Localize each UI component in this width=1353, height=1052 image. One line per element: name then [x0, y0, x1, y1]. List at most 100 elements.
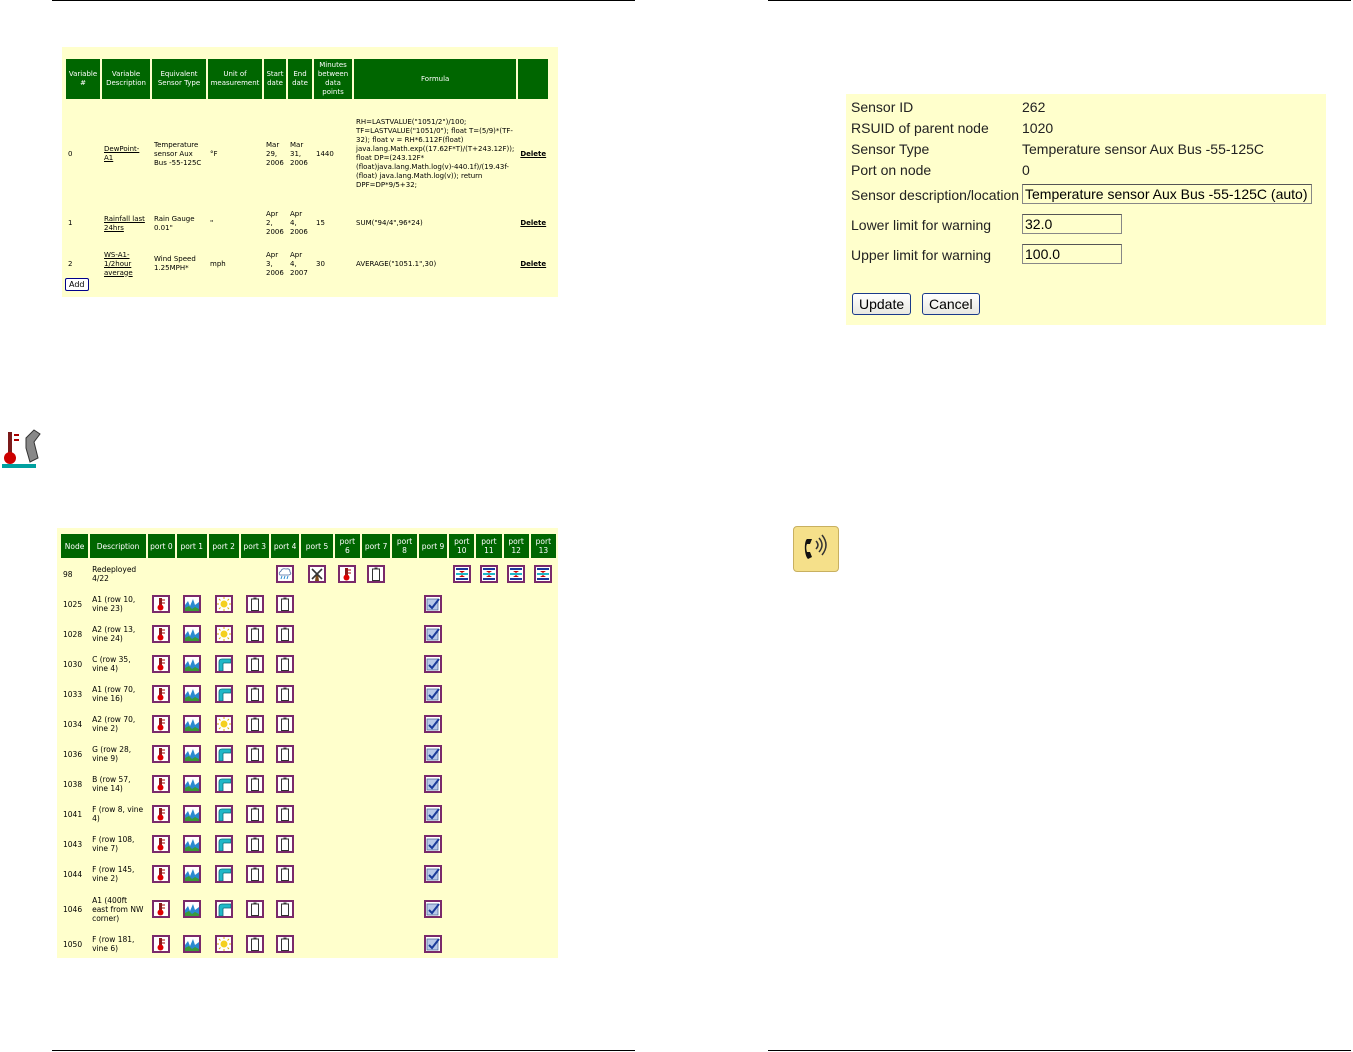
battery-icon[interactable]: [276, 865, 295, 883]
thermometer-icon[interactable]: [152, 745, 171, 763]
battery-icon[interactable]: [245, 865, 264, 883]
col-port-0: port 0: [148, 534, 175, 558]
pipe-icon[interactable]: [214, 745, 233, 763]
variable-desc-link[interactable]: DewPoint-A1: [104, 145, 139, 162]
water-icon[interactable]: [182, 595, 201, 613]
thermometer-icon[interactable]: [152, 805, 171, 823]
water-icon[interactable]: [182, 805, 201, 823]
thermometer-icon[interactable]: [152, 685, 171, 703]
battery-icon[interactable]: [245, 745, 264, 763]
level-icon[interactable]: [479, 565, 498, 583]
cancel-button[interactable]: Cancel: [922, 293, 980, 315]
thermometer-icon[interactable]: [152, 655, 171, 673]
thermometer-icon[interactable]: [152, 715, 171, 733]
battery-icon[interactable]: [276, 715, 295, 733]
battery-icon[interactable]: [245, 805, 264, 823]
calibrate-icon[interactable]: [424, 685, 443, 703]
battery-icon[interactable]: [276, 805, 295, 823]
battery-icon[interactable]: [276, 745, 295, 763]
windmill-icon[interactable]: [308, 565, 327, 583]
calibrate-icon[interactable]: [424, 900, 443, 918]
node-row: 1041 F (row 8, vine 4): [61, 800, 556, 828]
thermometer-icon[interactable]: [152, 865, 171, 883]
calibrate-icon[interactable]: [424, 655, 443, 673]
thermometer-icon[interactable]: [152, 595, 171, 613]
battery-icon[interactable]: [245, 685, 264, 703]
pipe-icon[interactable]: [214, 775, 233, 793]
sun-icon[interactable]: [214, 715, 233, 733]
pipe-icon[interactable]: [214, 900, 233, 918]
description-input[interactable]: [1022, 184, 1312, 204]
thermometer-icon[interactable]: [152, 935, 171, 953]
port-cell: [476, 710, 501, 738]
port-cell: [148, 560, 175, 588]
level-icon[interactable]: [507, 565, 526, 583]
battery-icon[interactable]: [276, 835, 295, 853]
pipe-icon[interactable]: [214, 805, 233, 823]
battery-icon[interactable]: [276, 655, 295, 673]
port-cell: [504, 680, 529, 708]
battery-icon[interactable]: [276, 900, 295, 918]
thermometer-icon[interactable]: [152, 775, 171, 793]
pipe-icon[interactable]: [214, 655, 233, 673]
water-icon[interactable]: [182, 900, 201, 918]
calibrate-icon[interactable]: [424, 595, 443, 613]
calibrate-icon[interactable]: [424, 715, 443, 733]
pipe-icon[interactable]: [214, 685, 233, 703]
water-icon[interactable]: [182, 715, 201, 733]
level-icon[interactable]: [534, 565, 553, 583]
thermometer-icon[interactable]: [152, 835, 171, 853]
battery-icon[interactable]: [245, 775, 264, 793]
delete-link[interactable]: Delete: [520, 219, 546, 227]
variable-desc-link[interactable]: Rainfall last 24hrs: [104, 215, 145, 232]
battery-icon[interactable]: [245, 935, 264, 953]
thermometer-icon[interactable]: [338, 565, 357, 583]
pipe-icon[interactable]: [214, 835, 233, 853]
battery-icon[interactable]: [276, 935, 295, 953]
add-variable-button[interactable]: Add: [65, 278, 89, 291]
battery-icon[interactable]: [367, 565, 386, 583]
sun-icon[interactable]: [214, 595, 233, 613]
upper-limit-input[interactable]: [1022, 244, 1122, 264]
delete-link[interactable]: Delete: [520, 260, 546, 268]
thermometer-icon[interactable]: [152, 900, 171, 918]
calibrate-icon[interactable]: [424, 745, 443, 763]
calibrate-icon[interactable]: [424, 805, 443, 823]
battery-icon[interactable]: [245, 655, 264, 673]
water-icon[interactable]: [182, 685, 201, 703]
sun-icon[interactable]: [214, 625, 233, 643]
thermometer-icon[interactable]: [152, 625, 171, 643]
battery-icon[interactable]: [245, 595, 264, 613]
battery-icon[interactable]: [276, 595, 295, 613]
water-icon[interactable]: [182, 655, 201, 673]
battery-icon[interactable]: [245, 715, 264, 733]
port-cell: [504, 890, 529, 928]
water-icon[interactable]: [182, 775, 201, 793]
battery-icon[interactable]: [245, 900, 264, 918]
battery-icon[interactable]: [276, 625, 295, 643]
lower-limit-input[interactable]: [1022, 214, 1122, 234]
water-icon[interactable]: [182, 865, 201, 883]
update-button[interactable]: Update: [852, 293, 912, 315]
water-icon[interactable]: [182, 745, 201, 763]
phone-icon[interactable]: [793, 526, 839, 572]
battery-icon[interactable]: [276, 685, 295, 703]
variable-desc-link[interactable]: WS-A1-1/2hour average: [104, 251, 133, 277]
battery-icon[interactable]: [276, 775, 295, 793]
port-cell: [476, 930, 501, 958]
calibrate-icon[interactable]: [424, 935, 443, 953]
calibrate-icon[interactable]: [424, 835, 443, 853]
calibrate-icon[interactable]: [424, 625, 443, 643]
pipe-icon[interactable]: [214, 865, 233, 883]
level-icon[interactable]: [452, 565, 471, 583]
battery-icon[interactable]: [245, 835, 264, 853]
rain-icon[interactable]: [276, 565, 295, 583]
water-icon[interactable]: [182, 935, 201, 953]
delete-link[interactable]: Delete: [520, 150, 546, 158]
battery-icon[interactable]: [245, 625, 264, 643]
calibrate-icon[interactable]: [424, 775, 443, 793]
water-icon[interactable]: [182, 835, 201, 853]
calibrate-icon[interactable]: [424, 865, 443, 883]
water-icon[interactable]: [182, 625, 201, 643]
sun-icon[interactable]: [214, 935, 233, 953]
